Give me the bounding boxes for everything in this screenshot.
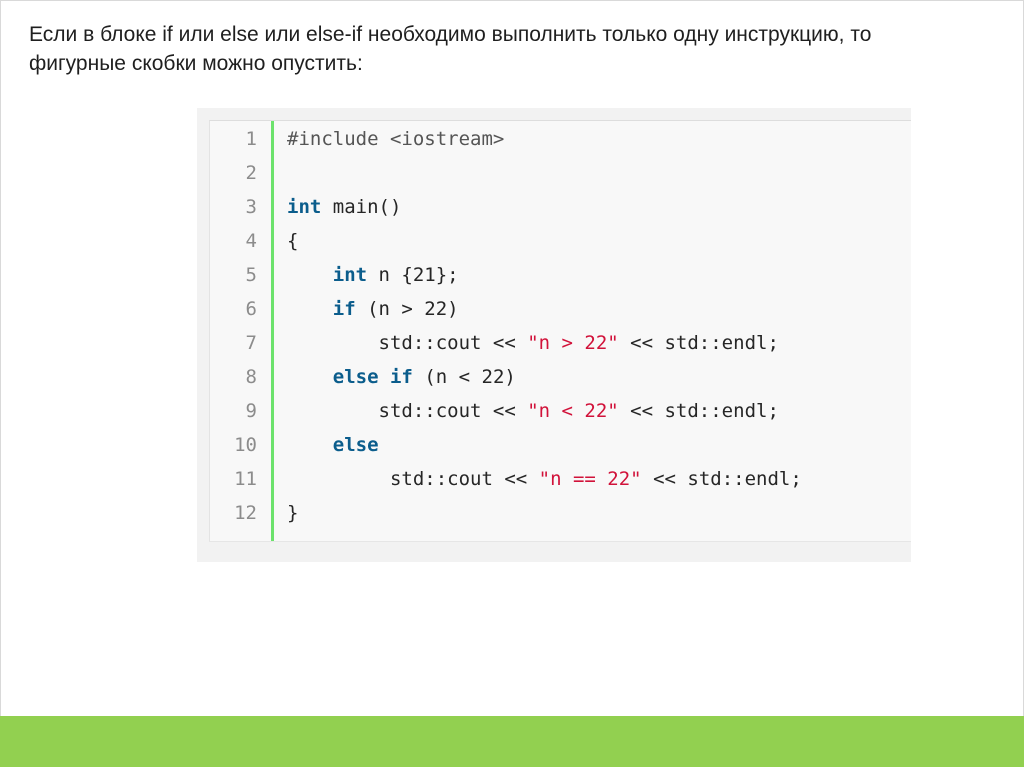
- slide-text-line-1: Если в блоке if или else или else-if нео…: [29, 23, 872, 46]
- code-keyword: int: [287, 196, 322, 218]
- code-string: "n > 22": [527, 332, 619, 354]
- code-keyword: else: [332, 434, 379, 456]
- code-token: n {21};: [367, 264, 459, 286]
- line-number: 6: [245, 298, 257, 320]
- code-line: std::cout << "n > 22" << std::endl;: [287, 326, 779, 360]
- code-string: "n < 22": [527, 400, 619, 422]
- code-line: if (n > 22): [287, 292, 459, 326]
- code-line: #include <iostream>: [287, 122, 504, 156]
- code-keyword: if: [332, 298, 356, 320]
- line-number: 2: [245, 162, 257, 184]
- slide-text-line-2: фигурные скобки можно опустить:: [29, 52, 363, 75]
- code-line: else: [287, 428, 379, 462]
- line-number: 12: [234, 502, 257, 524]
- line-number: 8: [245, 366, 257, 388]
- code-panel: 1 2 3 4 5 6 7 8 9 10 11 12 #include <iostream> int m…: [197, 108, 911, 562]
- code-line: }: [287, 496, 298, 530]
- line-number: 1: [245, 128, 257, 150]
- code-token: }: [287, 502, 299, 524]
- code-keyword: if: [389, 366, 413, 388]
- line-number: 5: [245, 264, 257, 286]
- code-line: std::cout << "n == 22" << std::endl;: [287, 462, 802, 496]
- line-number: 10: [234, 434, 257, 456]
- code-token: std::cout <<: [287, 332, 528, 354]
- code-token: #include <iostream>: [287, 128, 505, 150]
- code-line: {: [287, 224, 298, 258]
- code-token: main(): [321, 196, 402, 218]
- code-keyword: int: [332, 264, 368, 286]
- code-token: << std::endl;: [618, 332, 779, 354]
- code-token: << std::endl;: [618, 400, 779, 422]
- code-string: "n == 22": [538, 468, 642, 490]
- code-block: 1 2 3 4 5 6 7 8 9 10 11 12 #include <iostream> int m…: [209, 120, 911, 542]
- code-line: std::cout << "n < 22" << std::endl;: [287, 394, 779, 428]
- footer-bar: [0, 716, 1024, 767]
- code-line: int main(): [287, 190, 401, 224]
- code-keyword: else: [332, 366, 379, 388]
- code-token: << std::endl;: [641, 468, 802, 490]
- code-token: (n < 22): [412, 366, 516, 388]
- line-number-gutter: 1 2 3 4 5 6 7 8 9 10 11 12: [210, 121, 274, 541]
- line-number: 4: [245, 230, 257, 252]
- line-number: 11: [234, 468, 257, 490]
- code-token: std::cout <<: [287, 400, 528, 422]
- slide: Если в блоке if или else или else-if нео…: [0, 0, 1024, 767]
- line-number: 7: [245, 332, 257, 354]
- code-token: {: [287, 230, 299, 252]
- slide-text: Если в блоке if или else или else-if нео…: [29, 20, 1009, 78]
- code-token: (n > 22): [355, 298, 459, 320]
- code-line: int n {21};: [287, 258, 459, 292]
- line-number: 9: [245, 400, 257, 422]
- code-token: std::cout <<: [287, 468, 539, 490]
- code-line: else if (n < 22): [287, 360, 516, 394]
- line-number: 3: [245, 196, 257, 218]
